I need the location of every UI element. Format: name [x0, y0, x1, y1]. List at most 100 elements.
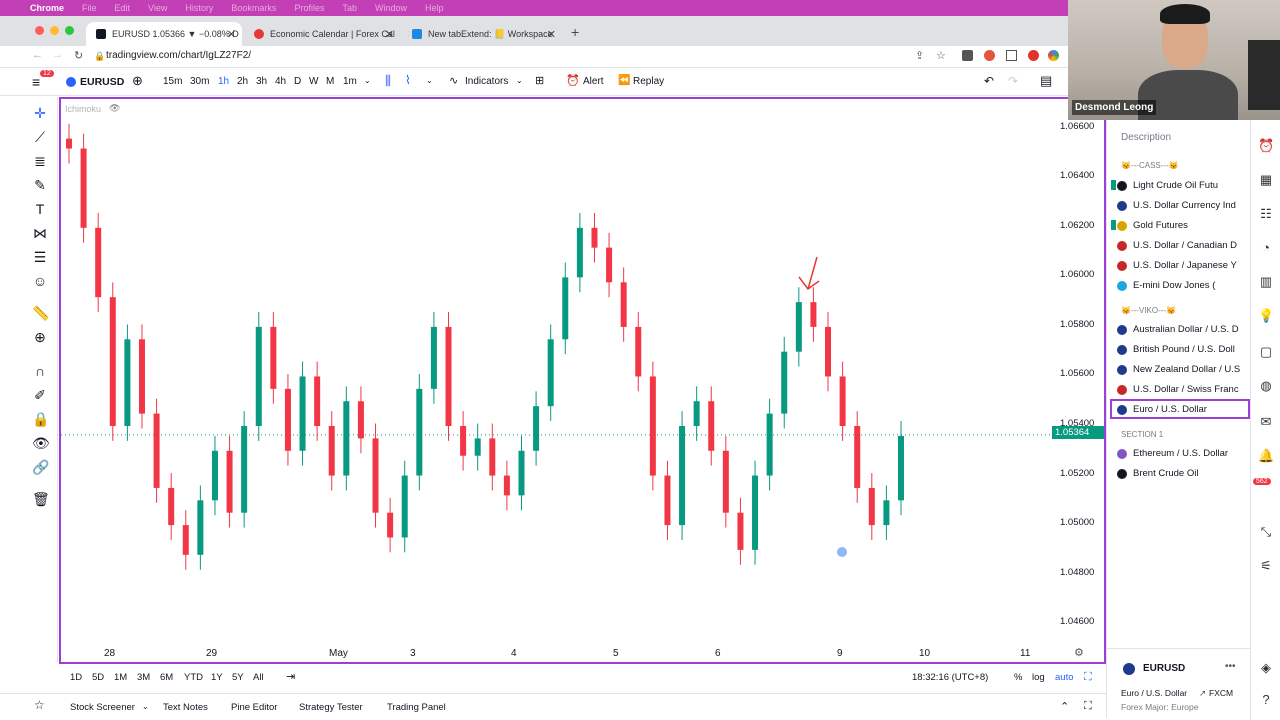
screener-dropdown-icon[interactable]: ⌄ [142, 702, 149, 711]
browser-tab-tabextend[interactable]: New tabExtend: 📒 Workspace ✕ [402, 22, 562, 46]
layers-icon[interactable]: ◈ [1258, 660, 1274, 676]
menu-icon[interactable]: ≡ [32, 74, 40, 90]
maximize-panel-icon[interactable]: ⛶ [1084, 700, 1092, 713]
redo-icon[interactable]: ↷ [1008, 74, 1018, 88]
order-panel-icon[interactable]: ⚟ [1258, 558, 1274, 574]
watchlist-item[interactable]: Euro / U.S. Dollar [1117, 404, 1247, 415]
fib-icon[interactable]: ≣ [32, 153, 48, 169]
range-5y[interactable]: 5Y [232, 672, 244, 683]
watchlist-section-title[interactable]: 😽---VIKO---😽 [1121, 306, 1176, 315]
magnet-icon[interactable]: ∩ [32, 363, 48, 379]
crosshair-icon[interactable]: ✛ [32, 105, 48, 121]
extension-icon[interactable] [1028, 50, 1039, 61]
fullscreen-icon[interactable]: ⛶ [1084, 671, 1092, 684]
interval-2h[interactable]: 2h [237, 76, 248, 87]
ruler-icon[interactable]: 📏 [32, 305, 49, 321]
watchlist-item[interactable]: British Pound / U.S. Doll [1117, 344, 1247, 355]
interval-d[interactable]: D [294, 76, 301, 87]
close-tab-icon[interactable]: ✕ [227, 28, 236, 41]
watchlist-section-title[interactable]: SECTION 1 [1121, 430, 1163, 439]
watchlist-item[interactable]: Gold Futures [1117, 220, 1247, 231]
interval-w[interactable]: W [309, 76, 318, 87]
interval-4h[interactable]: 4h [275, 76, 286, 87]
watchlist-item[interactable]: U.S. Dollar Currency Ind [1117, 200, 1247, 211]
menu-view[interactable]: View [148, 3, 167, 13]
link-icon[interactable]: 🔗 [32, 459, 49, 475]
interval-1h[interactable]: 1h [218, 76, 229, 87]
details-symbol[interactable]: EURUSD [1143, 663, 1185, 674]
menu-tab[interactable]: Tab [342, 3, 357, 13]
candlestick-chart[interactable] [61, 99, 1104, 662]
new-tab-icon[interactable]: + [571, 24, 579, 40]
extension-icon[interactable] [984, 50, 995, 61]
news-icon[interactable]: ▦ [1258, 172, 1274, 188]
templates-icon[interactable]: ⊞ [535, 74, 544, 87]
interval-3h[interactable]: 3h [256, 76, 267, 87]
range-1m[interactable]: 1M [114, 672, 127, 683]
menu-help[interactable]: Help [425, 3, 444, 13]
indicator-legend[interactable]: Ichimoku [65, 104, 101, 114]
tab-pine-editor[interactable]: Pine Editor [231, 702, 277, 713]
browser-tab-economic-calendar[interactable]: Economic Calendar | Forex Cal ✕ [244, 22, 400, 46]
chart-pane[interactable]: Ichimoku 👁 [59, 97, 1106, 664]
trendline-icon[interactable]: ⟋ [32, 129, 48, 145]
indicators-button[interactable]: Indicators [465, 76, 508, 87]
tab-text-notes[interactable]: Text Notes [163, 702, 208, 713]
auto-toggle[interactable]: auto [1055, 672, 1074, 683]
external-link-icon[interactable]: ↗ [1199, 688, 1206, 699]
menu-history[interactable]: History [185, 3, 213, 13]
window-minimize-icon[interactable] [50, 26, 59, 35]
history-icon[interactable]: ◔ [1258, 240, 1274, 256]
brush-icon[interactable]: ✎ [32, 177, 48, 193]
watchlist-item[interactable]: Brent Crude Oil [1117, 468, 1247, 479]
zoom-in-icon[interactable]: ⊕ [32, 329, 48, 345]
text-icon[interactable]: T [32, 201, 48, 217]
menu-window[interactable]: Window [375, 3, 407, 13]
eye-icon[interactable]: 👁 [32, 435, 50, 451]
url-field[interactable]: tradingview.com/chart/IgLZ27F2/ [106, 50, 251, 61]
tab-strategy-tester[interactable]: Strategy Tester [299, 702, 363, 713]
time-axis[interactable]: 28 29 May 3 4 5 6 9 10 11 [60, 642, 1106, 662]
lock-icon[interactable]: 🔒 [32, 411, 49, 427]
collapse-panel-icon[interactable]: ⌃ [1060, 700, 1069, 713]
emoji-icon[interactable]: ☺ [32, 273, 48, 289]
candles-icon[interactable]: ⫼ [385, 73, 391, 89]
watchlist-item[interactable]: Ethereum / U.S. Dollar [1117, 448, 1247, 459]
replay-button[interactable]: Replay [633, 76, 664, 87]
range-all[interactable]: All [253, 672, 264, 683]
watchlist-item[interactable]: New Zealand Dollar / U.S [1117, 364, 1247, 375]
watchlist-item[interactable]: Australian Dollar / U.S. D [1117, 324, 1247, 335]
extension-icon[interactable] [962, 50, 973, 61]
watchlist-icon[interactable]: ☷ [1258, 206, 1274, 222]
help-icon[interactable]: ? [1258, 692, 1274, 708]
lock-icon[interactable]: 🔒 [94, 51, 105, 62]
chart-type-dropdown-icon[interactable]: ⌄ [426, 76, 433, 85]
interval-dropdown-icon[interactable]: ⌄ [364, 76, 371, 85]
log-toggle[interactable]: log [1032, 672, 1045, 683]
tab-stock-screener[interactable]: Stock Screener [70, 702, 135, 713]
interval-m[interactable]: M [326, 76, 334, 87]
interval-30m[interactable]: 30m [190, 76, 209, 87]
close-tab-icon[interactable]: ✕ [547, 28, 556, 41]
tab-trading-panel[interactable]: Trading Panel [387, 702, 446, 713]
chat-icon[interactable]: ▢ [1258, 344, 1274, 360]
star-icon[interactable]: ☆ [34, 698, 45, 712]
interval-15m[interactable]: 15m [163, 76, 182, 87]
watchlist-item[interactable]: U.S. Dollar / Swiss Franc [1117, 384, 1247, 395]
window-zoom-icon[interactable] [65, 26, 74, 35]
lock-drawing-pen-icon[interactable]: ✐ [32, 387, 48, 403]
clock-time[interactable]: 18:32:16 (UTC+8) [912, 672, 988, 683]
messages-icon[interactable]: ✉ [1258, 414, 1274, 430]
details-name[interactable]: Euro / U.S. Dollar [1121, 688, 1187, 698]
browser-tab-tradingview[interactable]: EURUSD 1.05366 ▼ −0.08% D ✕ [86, 22, 242, 46]
profile-icon[interactable] [1048, 50, 1059, 61]
percent-toggle[interactable]: % [1014, 672, 1022, 683]
hotlist-icon[interactable]: ⤡ [1258, 524, 1274, 540]
undo-icon[interactable]: ↶ [984, 74, 994, 88]
forward-icon[interactable]: → [52, 49, 63, 61]
range-ytd[interactable]: YTD [184, 672, 203, 683]
alert-button[interactable]: Alert [583, 76, 604, 87]
watchlist-column-header[interactable]: Description [1121, 132, 1171, 143]
back-icon[interactable]: ← [32, 49, 43, 61]
alarm-clock-icon[interactable]: ⏰ [1258, 138, 1274, 154]
